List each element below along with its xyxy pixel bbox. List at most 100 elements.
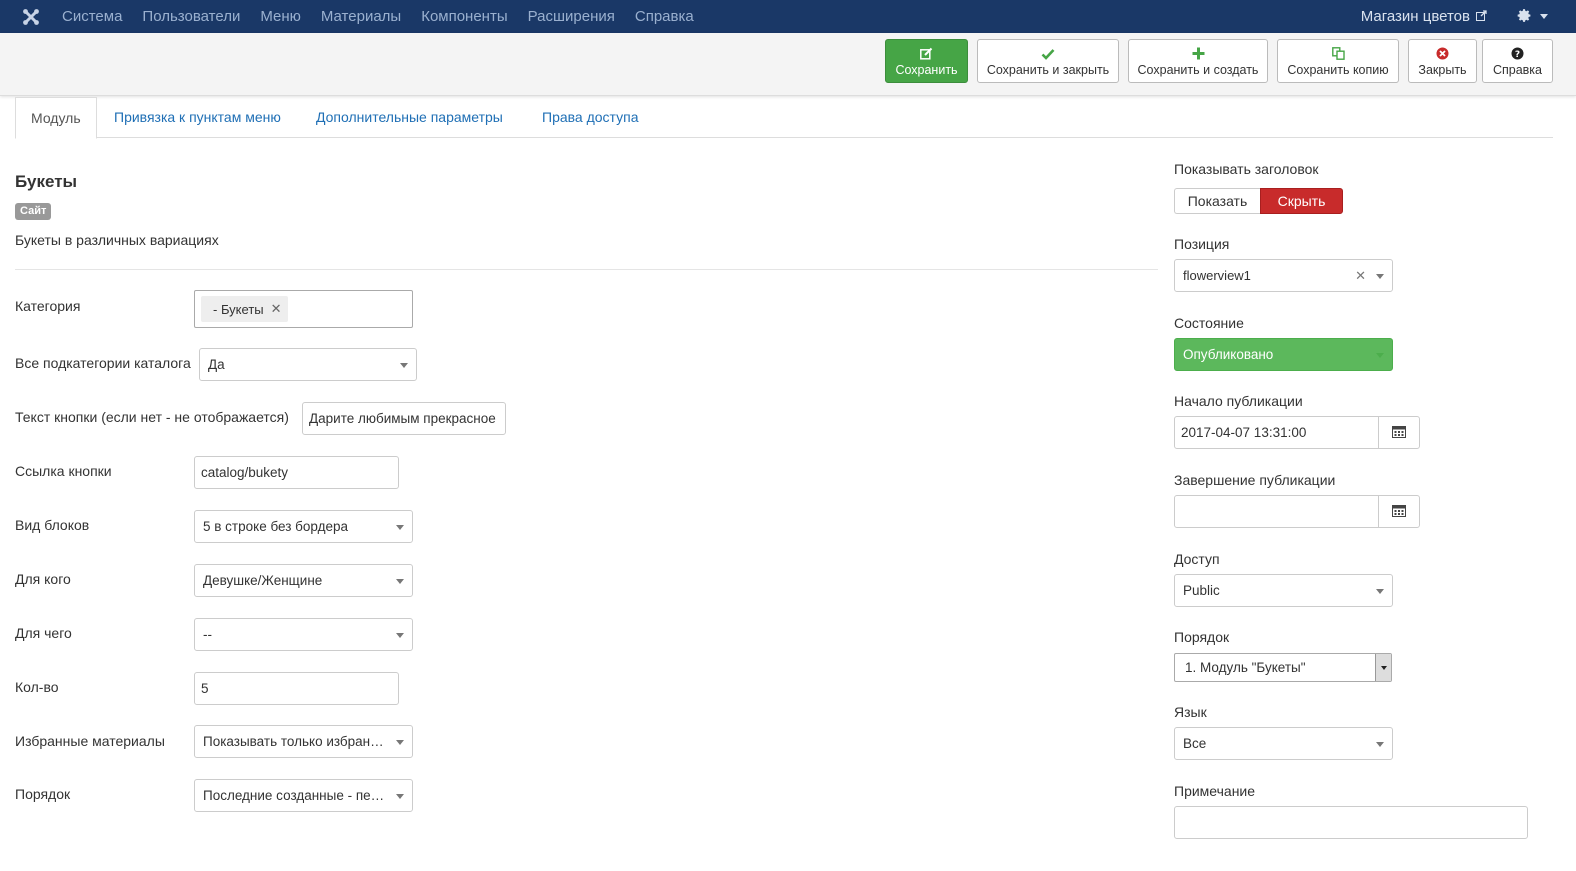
for-what-label: Для чего <box>15 625 72 641</box>
toolbar: Сохранить Сохранить и закрыть Сохранить … <box>0 33 1576 96</box>
ordering-select[interactable]: Последние созданные - первыми <box>194 779 413 812</box>
divider <box>15 269 1158 270</box>
count-input[interactable] <box>194 672 399 705</box>
close-label: Закрыть <box>1418 62 1467 77</box>
chevron-down-icon <box>1540 14 1548 19</box>
calendar-icon <box>1392 425 1406 441</box>
for-whom-label: Для кого <box>15 571 71 587</box>
button-text-input[interactable] <box>302 402 506 435</box>
subcategories-value: Да <box>208 357 225 372</box>
ordering-label: Порядок <box>15 786 71 802</box>
button-text-label: Текст кнопки (если нет - не отображается… <box>15 409 289 425</box>
menu-help[interactable]: Справка <box>635 8 694 25</box>
category-multiselect[interactable]: - Букеты ✕ <box>194 290 413 328</box>
subcategories-label: Все подкатегории каталога <box>15 355 191 371</box>
tab-bar: Модуль Привязка к пунктам меню Дополните… <box>15 97 1553 139</box>
close-circle-icon <box>1436 46 1449 62</box>
ordering-value: Последние созданные - первыми <box>203 788 412 803</box>
for-whom-value: Девушке/Женщине <box>203 573 323 588</box>
close-button[interactable]: Закрыть <box>1408 39 1477 83</box>
top-navbar: Система Пользователи Меню Материалы Комп… <box>0 0 1576 33</box>
save-label: Сохранить <box>895 62 958 77</box>
external-link-icon <box>1476 8 1487 25</box>
menu-menus[interactable]: Меню <box>260 8 301 25</box>
save-copy-button[interactable]: Сохранить копию <box>1277 39 1399 83</box>
featured-label: Избранные материалы <box>15 733 165 749</box>
clear-icon[interactable]: ✕ <box>1355 268 1366 284</box>
show-title-show-button[interactable]: Показать <box>1174 188 1260 214</box>
check-icon <box>1041 46 1055 62</box>
for-what-select[interactable]: -- <box>194 618 413 651</box>
site-name: Магазин цветов <box>1360 8 1470 25</box>
tab-module[interactable]: Модуль <box>15 97 97 139</box>
publish-up-calendar-button[interactable] <box>1378 416 1420 449</box>
blocks-view-value: 5 в строке без бордера <box>203 519 349 534</box>
publish-down-label: Завершение публикации <box>1174 472 1336 488</box>
plus-icon <box>1192 46 1205 62</box>
publish-up-label: Начало публикации <box>1174 393 1303 409</box>
settings-dropdown[interactable] <box>1517 8 1548 26</box>
save-new-button[interactable]: Сохранить и создать <box>1128 39 1268 83</box>
save-close-button[interactable]: Сохранить и закрыть <box>977 39 1119 83</box>
blocks-view-label: Вид блоков <box>15 517 90 533</box>
blocks-view-select[interactable]: 5 в строке без бордера <box>194 510 413 543</box>
for-whom-select[interactable]: Девушке/Женщине <box>194 564 413 597</box>
for-what-value: -- <box>203 627 212 642</box>
site-link[interactable]: Магазин цветов <box>1361 8 1487 25</box>
edit-icon <box>920 46 933 62</box>
note-textarea[interactable] <box>1174 806 1528 839</box>
featured-select[interactable]: Показывать только избранные <box>194 725 413 758</box>
show-title-hide-button[interactable]: Скрыть <box>1260 188 1343 214</box>
menu-content[interactable]: Материалы <box>321 8 401 25</box>
svg-text:?: ? <box>1515 50 1520 60</box>
count-label: Кол-во <box>15 679 59 695</box>
note-label: Примечание <box>1174 783 1256 799</box>
order-value: 1. Модуль "Букеты" <box>1185 660 1306 675</box>
position-value: flowerview1 <box>1183 268 1251 283</box>
subcategories-select[interactable]: Да <box>199 348 417 381</box>
button-link-input[interactable] <box>194 456 399 489</box>
menu-system[interactable]: Система <box>62 8 122 25</box>
save-copy-label: Сохранить копию <box>1287 62 1389 77</box>
main-menu: Система Пользователи Меню Материалы Комп… <box>62 8 714 25</box>
position-select[interactable]: flowerview1 ✕ <box>1174 259 1393 292</box>
access-value: Public <box>1183 583 1220 598</box>
order-label: Порядок <box>1174 629 1230 645</box>
category-label: Категория <box>15 298 81 314</box>
button-link-label: Ссылка кнопки <box>15 463 112 479</box>
menu-components[interactable]: Компоненты <box>421 8 507 25</box>
remove-chip-icon[interactable]: ✕ <box>271 301 282 317</box>
access-select[interactable]: Public <box>1174 574 1393 607</box>
save-new-label: Сохранить и создать <box>1137 62 1259 77</box>
status-select[interactable]: Опубликовано <box>1174 338 1393 371</box>
publish-up-input[interactable] <box>1174 416 1379 449</box>
navbar-right: Магазин цветов <box>1361 0 1548 33</box>
module-title: Букеты <box>15 172 78 191</box>
publish-down-input[interactable] <box>1174 495 1379 528</box>
tab-permissions[interactable]: Права доступа <box>542 97 638 138</box>
save-button[interactable]: Сохранить <box>885 39 968 83</box>
position-label: Позиция <box>1174 236 1230 252</box>
help-label: Справка <box>1492 62 1543 77</box>
save-close-label: Сохранить и закрыть <box>986 62 1110 77</box>
order-select[interactable]: 1. Модуль "Букеты" <box>1174 653 1392 682</box>
category-chip: - Букеты ✕ <box>201 296 288 322</box>
access-label: Доступ <box>1174 551 1220 567</box>
language-label: Язык <box>1174 704 1207 720</box>
joomla-logo-icon[interactable] <box>0 0 62 33</box>
menu-extensions[interactable]: Расширения <box>528 8 615 25</box>
publish-down-calendar-button[interactable] <box>1378 495 1420 528</box>
status-label: Состояние <box>1174 315 1244 331</box>
status-value: Опубликовано <box>1183 347 1274 362</box>
category-chip-label: - Букеты <box>213 301 264 317</box>
module-description: Букеты в различных вариациях <box>15 232 219 248</box>
language-value: Все <box>1183 736 1207 751</box>
language-select[interactable]: Все <box>1174 727 1393 760</box>
chevron-down-icon[interactable] <box>1375 654 1391 681</box>
gear-icon <box>1517 8 1532 26</box>
tab-menu-assignment[interactable]: Привязка к пунктам меню <box>114 97 281 138</box>
menu-users[interactable]: Пользователи <box>142 8 240 25</box>
featured-value: Показывать только избранные <box>203 734 395 749</box>
help-button[interactable]: ? Справка <box>1482 39 1553 83</box>
tab-advanced[interactable]: Дополнительные параметры <box>316 97 503 138</box>
